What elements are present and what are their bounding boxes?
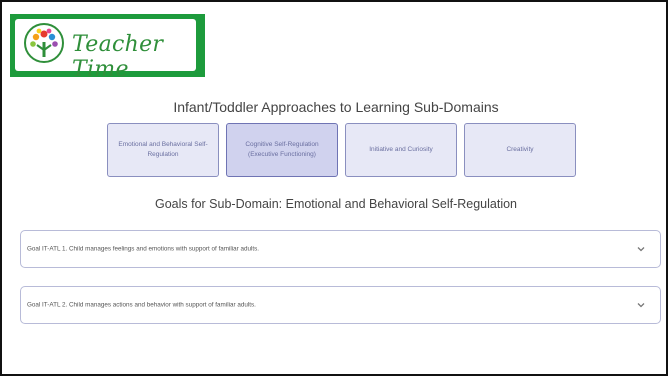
tab-label: Creativity [506,146,534,154]
logo[interactable]: Teacher Time [15,19,196,82]
tab-label: Emotional and Behavioral Self-Regulation [118,141,208,158]
page-frame: Teacher Time Infant/Toddler Approaches t… [0,0,668,376]
sub-domain-tabs: Emotional and Behavioral Self-Regulation… [107,123,577,179]
tab-emotional-behavioral[interactable]: Emotional and Behavioral Self-Regulation [107,123,219,177]
tab-initiative-curiosity[interactable]: Initiative and Curiosity [345,123,457,177]
goals-heading: Goals for Sub-Domain: Emotional and Beha… [155,197,517,211]
tree-logo-icon [24,23,64,63]
goal-label: Goal IT-ATL 2. Child manages actions and… [27,301,256,309]
chevron-down-icon[interactable] [636,300,646,310]
page-title: Infant/Toddler Approaches to Learning Su… [173,99,499,115]
tab-label: Initiative and Curiosity [369,146,433,154]
tab-label: Cognitive Self-Regulation (Executive Fun… [245,141,319,158]
goal-accordion-2[interactable]: Goal IT-ATL 2. Child manages actions and… [20,286,661,324]
goal-label: Goal IT-ATL 1. Child manages feelings an… [27,245,260,253]
logo-banner: Teacher Time [10,14,205,82]
tab-cognitive-self-regulation[interactable]: Cognitive Self-Regulation (Executive Fun… [226,123,338,177]
goal-accordion-1[interactable]: Goal IT-ATL 1. Child manages feelings an… [20,230,661,268]
tab-creativity[interactable]: Creativity [464,123,576,177]
chevron-down-icon[interactable] [636,244,646,254]
brand-name: Teacher Time [72,32,164,82]
